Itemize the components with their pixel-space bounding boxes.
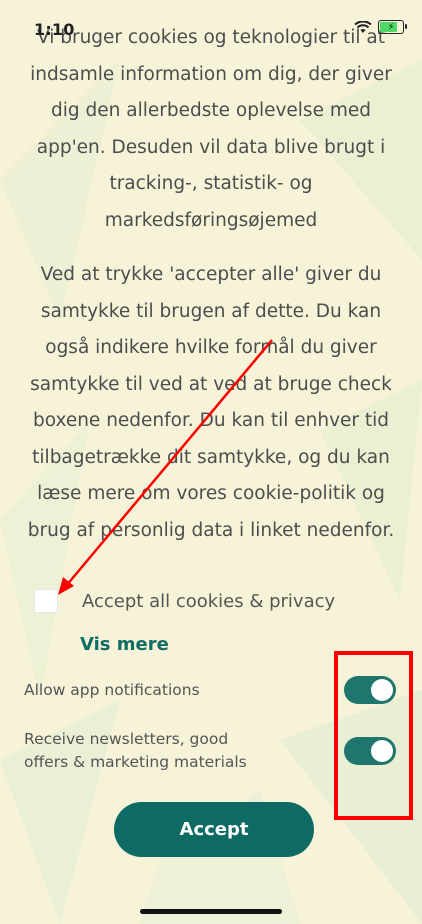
toggle-label-notifications: Allow app notifications [24,680,200,699]
annotation-highlight-box [334,651,413,820]
accept-all-checkbox[interactable] [34,589,58,613]
consent-paragraph-1: Vi bruger cookies og teknologier til at … [30,27,392,231]
accept-all-label: Accept all cookies & privacy [82,590,336,612]
vis-mere-link[interactable]: Vis mere [80,634,169,655]
consent-paragraph-2: Ved at trykke 'accepter alle' giver du s… [27,264,395,541]
toggle-label-newsletters: Receive newsletters, good offers & marke… [24,730,247,771]
status-bar: 1:10 ⚡ [0,0,422,40]
status-time: 1:10 [34,20,75,39]
accept-all-row[interactable]: Accept all cookies & privacy [34,589,335,613]
home-indicator [140,909,282,914]
battery-icon: ⚡ [378,20,407,34]
accept-button[interactable]: Accept [114,802,314,857]
status-icons: ⚡ [354,20,407,34]
consent-text-block: Vi bruger cookies og teknologier til at … [0,20,422,549]
wifi-icon [354,20,372,33]
